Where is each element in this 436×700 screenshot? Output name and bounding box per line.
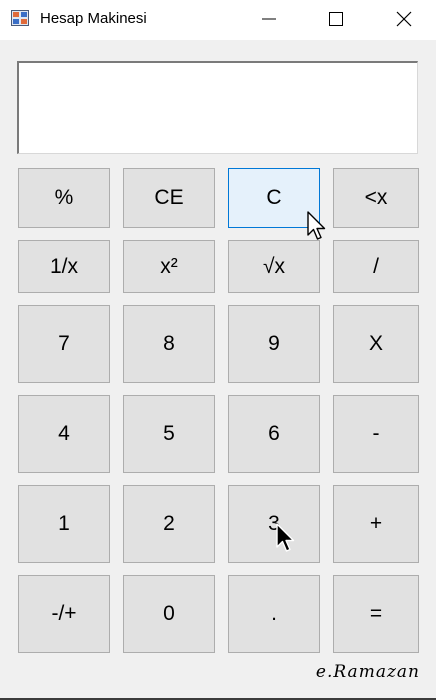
reciprocal-button[interactable]: 1/x <box>18 240 110 293</box>
digit-6-button[interactable]: 6 <box>228 395 320 473</box>
maximize-icon <box>329 12 343 26</box>
mouse-pointer-icon <box>307 211 326 240</box>
close-button[interactable] <box>381 0 427 38</box>
digit-0-button[interactable]: 0 <box>123 575 215 653</box>
divide-button[interactable]: / <box>333 240 419 293</box>
digit-1-button[interactable]: 1 <box>18 485 110 563</box>
author-signature: e.Ramazan <box>315 662 420 682</box>
square-button[interactable]: x² <box>123 240 215 293</box>
equals-button[interactable]: = <box>333 575 419 653</box>
digit-2-button[interactable]: 2 <box>123 485 215 563</box>
digit-7-button[interactable]: 7 <box>18 305 110 383</box>
close-icon <box>396 11 412 27</box>
digit-9-button[interactable]: 9 <box>228 305 320 383</box>
backspace-button[interactable]: <x <box>333 168 419 228</box>
multiply-button[interactable]: X <box>333 305 419 383</box>
add-button[interactable]: + <box>333 485 419 563</box>
square-root-button[interactable]: √x <box>228 240 320 293</box>
minimize-button[interactable] <box>246 0 292 38</box>
minimize-icon <box>262 18 276 20</box>
calculator-app-icon <box>11 10 29 26</box>
maximize-button[interactable] <box>313 0 359 38</box>
digit-4-button[interactable]: 4 <box>18 395 110 473</box>
mouse-pointer-icon <box>276 523 295 552</box>
subtract-button[interactable]: - <box>333 395 419 473</box>
percent-button[interactable]: % <box>18 168 110 228</box>
clear-entry-button[interactable]: CE <box>123 168 215 228</box>
digit-5-button[interactable]: 5 <box>123 395 215 473</box>
title-bar[interactable]: Hesap Makinesi <box>0 0 436 40</box>
digit-8-button[interactable]: 8 <box>123 305 215 383</box>
decimal-point-button[interactable]: . <box>228 575 320 653</box>
result-display[interactable] <box>17 61 418 154</box>
digit-3-button[interactable]: 3 <box>228 485 320 563</box>
negate-button[interactable]: -/+ <box>18 575 110 653</box>
window-title: Hesap Makinesi <box>40 10 147 27</box>
